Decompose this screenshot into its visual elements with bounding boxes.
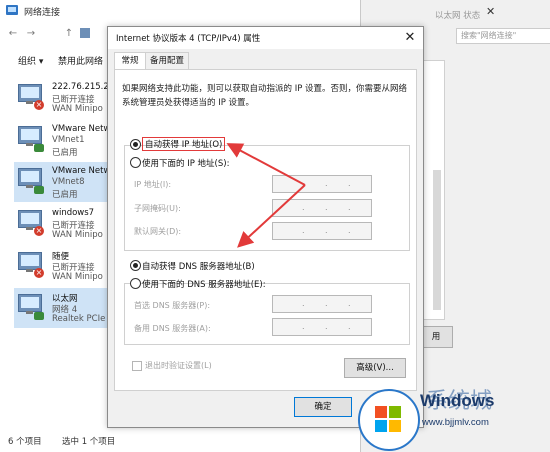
arrow-to-dns-auto bbox=[237, 184, 306, 248]
arrow-to-ip-auto bbox=[226, 143, 306, 186]
watermark-url: www.bjjmlv.com bbox=[422, 417, 489, 428]
watermark: 系统城 Windows www.bjjmlv.com bbox=[358, 383, 550, 452]
windows-logo-icon bbox=[358, 389, 420, 451]
watermark-brand: Windows bbox=[420, 391, 495, 410]
